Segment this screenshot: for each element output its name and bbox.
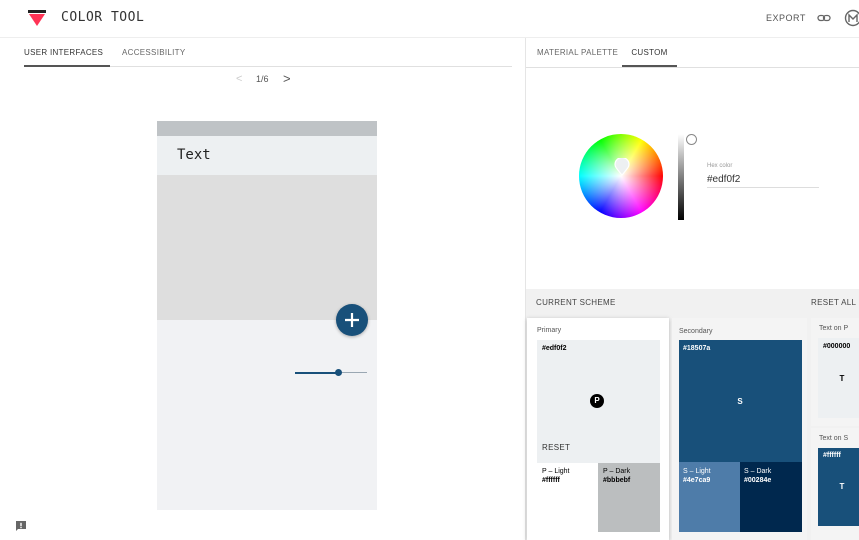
hex-color-input[interactable] <box>707 172 819 188</box>
primary-light-label: P – Light <box>542 468 570 475</box>
pager-prev-icon[interactable]: < <box>236 73 242 85</box>
brightness-slider-handle[interactable] <box>686 134 697 145</box>
preview-slider-active-track <box>295 372 339 374</box>
current-scheme: CURRENT SCHEME RESET ALL Primary #edf0f2… <box>526 289 859 540</box>
tab-material-palette[interactable]: MATERIAL PALETTE <box>537 38 618 67</box>
preview-status-bar <box>157 121 377 136</box>
secondary-light-label: S – Light <box>683 468 711 475</box>
pager-count: 1/6 <box>256 74 269 84</box>
secondary-dark-label: S – Dark <box>744 468 772 475</box>
brightness-slider[interactable] <box>678 134 684 220</box>
color-panel: MATERIAL PALETTE CUSTOM Hex color CURREN… <box>525 38 859 540</box>
plus-icon <box>345 313 359 327</box>
color-source-tabs: MATERIAL PALETTE CUSTOM <box>526 38 859 68</box>
primary-badge: P <box>590 394 604 408</box>
ui-preview-phone: Text <box>157 121 377 510</box>
color-wheel-handle[interactable] <box>614 158 630 176</box>
top-app-bar: COLOR TOOL EXPORT <box>0 0 859 38</box>
pager-next-icon[interactable]: > <box>283 71 291 86</box>
text-on-primary-card[interactable]: Text on P #000000 T <box>811 318 859 426</box>
text-on-secondary-badge: T <box>839 482 845 491</box>
primary-hex: #edf0f2 <box>542 345 567 352</box>
tab-user-interfaces[interactable]: USER INTERFACES <box>24 38 110 67</box>
reset-all-button[interactable]: RESET ALL <box>811 298 856 307</box>
primary-card[interactable]: Primary #edf0f2 P RESET P – Light #fffff… <box>527 318 669 540</box>
secondary-label: Secondary <box>679 328 713 335</box>
secondary-card[interactable]: Secondary #18507a S S – Light #4e7ca9 S … <box>672 318 807 540</box>
export-button[interactable]: EXPORT <box>766 13 806 23</box>
secondary-dark-hex: #00284e <box>744 477 772 484</box>
text-on-primary-badge: T <box>839 374 845 383</box>
preview-content-area <box>157 175 377 320</box>
hex-color-label: Hex color <box>707 163 733 169</box>
primary-label: Primary <box>537 327 562 334</box>
primary-dark-hex: #bbbebf <box>603 477 631 484</box>
feedback-icon[interactable] <box>15 521 27 532</box>
secondary-hex: #18507a <box>683 345 711 352</box>
text-on-secondary-card[interactable]: Text on S #ffffff T <box>811 428 859 540</box>
color-wheel[interactable] <box>579 134 663 218</box>
preview-slider-thumb[interactable] <box>335 369 342 376</box>
current-scheme-title: CURRENT SCHEME <box>536 298 616 307</box>
preview-app-bar-title: Text <box>177 147 211 163</box>
link-icon[interactable] <box>817 11 831 25</box>
secondary-light-hex: #4e7ca9 <box>683 477 711 484</box>
preview-tabs: USER INTERFACES ACCESSIBILITY <box>24 38 512 67</box>
tab-accessibility[interactable]: ACCESSIBILITY <box>122 38 185 67</box>
color-tool-logo-icon <box>28 10 46 26</box>
secondary-badge: S <box>737 397 743 406</box>
tab-custom[interactable]: CUSTOM <box>622 38 677 67</box>
text-on-secondary-label: Text on S <box>819 435 849 442</box>
material-design-icon[interactable] <box>844 9 859 27</box>
primary-dark-label: P – Dark <box>603 468 631 475</box>
custom-color-picker: Hex color <box>526 68 859 289</box>
text-on-primary-hex: #000000 <box>823 343 851 350</box>
text-on-primary-label: Text on P <box>819 325 849 332</box>
primary-light-hex: #ffffff <box>542 477 560 484</box>
preview-fab-button[interactable] <box>336 304 368 336</box>
text-on-secondary-hex: #ffffff <box>823 452 841 459</box>
app-title: COLOR TOOL <box>61 10 145 25</box>
preview-slider-inactive-track <box>339 372 367 373</box>
primary-reset-button[interactable]: RESET <box>542 443 570 452</box>
